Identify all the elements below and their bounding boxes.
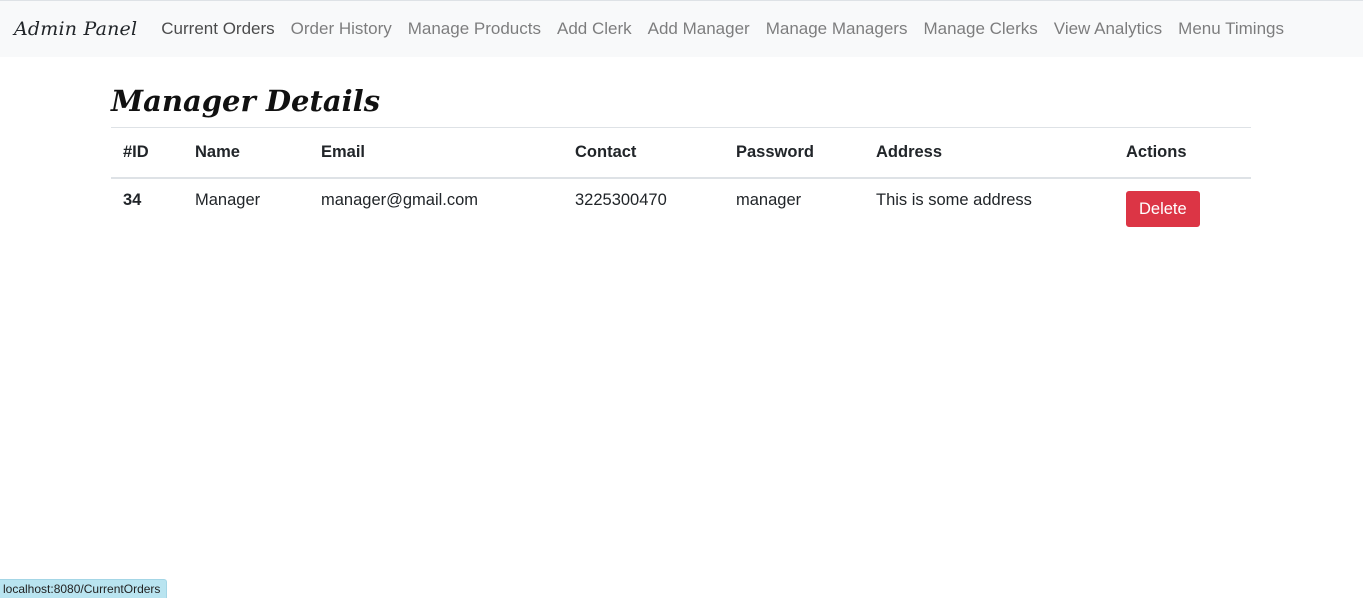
nav-link-manage-managers[interactable]: Manage Managers: [758, 19, 916, 39]
table-header-row: #ID Name Email Contact Password Address …: [111, 128, 1251, 179]
nav-link-current-orders[interactable]: Current Orders: [153, 19, 282, 39]
column-header-actions: Actions: [1114, 128, 1251, 179]
delete-button[interactable]: Delete: [1126, 191, 1200, 227]
nav-link-add-clerk[interactable]: Add Clerk: [549, 19, 640, 39]
brand-logo[interactable]: Admin Panel: [14, 18, 137, 40]
cell-contact: 3225300470: [563, 178, 724, 239]
managers-table: #ID Name Email Contact Password Address …: [111, 127, 1251, 239]
cell-id: 34: [111, 178, 183, 239]
top-navbar: Admin Panel Current Orders Order History…: [0, 1, 1363, 57]
nav-link-manage-clerks[interactable]: Manage Clerks: [915, 19, 1045, 39]
column-header-password: Password: [724, 128, 864, 179]
column-header-name: Name: [183, 128, 309, 179]
column-header-email: Email: [309, 128, 563, 179]
page-title: Manager Details: [111, 80, 1251, 127]
browser-status-bar: localhost:8080/CurrentOrders: [0, 579, 167, 598]
column-header-address: Address: [864, 128, 1114, 179]
cell-address: This is some address: [864, 178, 1114, 239]
cell-actions: Delete: [1114, 178, 1251, 239]
nav-link-manage-products[interactable]: Manage Products: [400, 19, 549, 39]
cell-name: Manager: [183, 178, 309, 239]
cell-password: manager: [724, 178, 864, 239]
main-content: Manager Details #ID Name Email Contact P…: [111, 80, 1251, 239]
nav-link-view-analytics[interactable]: View Analytics: [1046, 19, 1170, 39]
cell-email: manager@gmail.com: [309, 178, 563, 239]
nav-link-add-manager[interactable]: Add Manager: [640, 19, 758, 39]
column-header-id: #ID: [111, 128, 183, 179]
nav-link-order-history[interactable]: Order History: [283, 19, 400, 39]
nav-link-menu-timings[interactable]: Menu Timings: [1170, 19, 1292, 39]
table-row: 34 Manager manager@gmail.com 3225300470 …: [111, 178, 1251, 239]
column-header-contact: Contact: [563, 128, 724, 179]
